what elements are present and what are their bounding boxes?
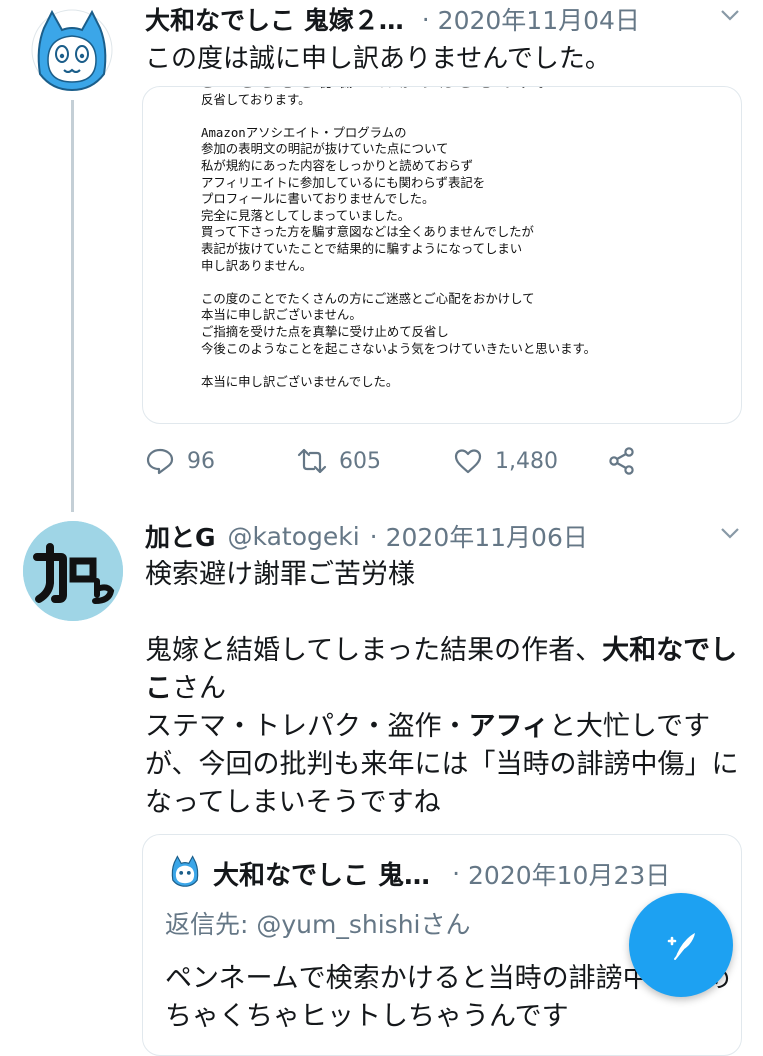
reply-handle[interactable]: @yum_shishi [256, 910, 420, 939]
tweet-text: この度は誠に申し訳ありませんでした。 [145, 44, 611, 74]
like-icon [454, 449, 482, 474]
author-name[interactable]: 大和なでしこ 鬼嫁２… [145, 1, 404, 37]
document-line: こ ハ こ こ と ご 認 識 ハ ロ か っ た こ と で す 。 [201, 87, 596, 92]
author-name: 大和なでしこ 鬼… [213, 861, 431, 891]
avatar[interactable] [30, 8, 114, 92]
document-line: 買って下さった方を騙す意図などは全くありませんでしたが [201, 224, 534, 240]
document-line: 私が規約にあった内容をしっかりと読めておらず [201, 157, 473, 173]
tweet-paragraph: ステマ・トレパク・盗作・アフィと大忙しですが、今回の批判も来年には「当時の誹謗中… [145, 711, 739, 818]
retweet-icon [297, 448, 327, 474]
reply-count: 96 [187, 448, 215, 474]
document-line: プロフィールに書いておりませんでした。 [201, 191, 435, 207]
author-handle[interactable]: @katogeki [228, 522, 360, 551]
retweet-button[interactable]: 605 [297, 446, 381, 476]
reply-context: 返信先: @yum_shishiさん [165, 910, 471, 939]
reply-icon [146, 448, 174, 475]
like-count: 1,480 [495, 448, 558, 474]
highlighted-word: アフィ [468, 711, 549, 742]
apology-document-text: こ ハ こ こ と ご 認 識 ハ ロ か っ た こ と で す 。反省してお… [201, 87, 597, 390]
reply-button[interactable]: 96 [145, 446, 215, 476]
document-line: 本当に申し訳ございませんでした。 [201, 373, 399, 389]
tweet-date: 2020年10月23日 [468, 860, 671, 890]
avatar [169, 855, 201, 887]
tweet-date[interactable]: 2020年11月04日 [438, 1, 640, 37]
document-line: 申し訳ありません。 [201, 257, 313, 273]
compose-tweet-icon [667, 933, 695, 960]
tweet-line: 検索避け謝罪ご苦労様 [145, 559, 415, 590]
kato-logo-avatar-icon [23, 521, 123, 621]
tweet-header: 大和なでしこ 鬼嫁２… · 2020年11月04日 [145, 2, 685, 36]
document-line: 参加の表明文の明記が抜けていた点について [201, 141, 449, 157]
tweet-actions: 96 605 1,480 [0, 441, 763, 481]
separator: · [369, 521, 378, 551]
document-line: 今後このようなことを起こさないよう気をつけていきたいと思います。 [201, 340, 597, 356]
compose-tweet-button[interactable] [629, 893, 733, 997]
retweet-count: 605 [339, 448, 381, 474]
document-line: 本当に申し訳ございません。 [201, 307, 362, 323]
document-line: Amazonアソシエイト・プログラムの [201, 124, 407, 140]
cat-avatar-icon [171, 855, 199, 887]
document-line: この度のことでたくさんの方にご迷惑とご心配をおかけして [201, 290, 535, 306]
separator: · [421, 4, 430, 34]
separator: · [452, 859, 461, 888]
document-line: 完全に見落としてしまっていました。 [201, 207, 411, 223]
share-icon [609, 447, 634, 475]
quoted-tweet-header: 大和なでしこ 鬼… · 2020年10月23日 [213, 855, 670, 892]
cat-avatar-icon [31, 9, 113, 92]
chevron-down-icon[interactable] [719, 522, 741, 550]
tweet-image[interactable]: こ ハ こ こ と ご 認 識 ハ ロ か っ た こ と で す 。反省してお… [142, 86, 742, 424]
document-line: ご指摘を受けた点を真摯に受け止めて反省し [201, 323, 449, 339]
tweet-text: 検索避け謝罪ご苦労様 鬼嫁と結婚してしまった結果の作者、大和なでしこさん ステマ… [145, 556, 745, 822]
like-button[interactable]: 1,480 [453, 446, 558, 476]
chevron-down-icon[interactable] [719, 4, 741, 32]
document-line: 表記が抜けていたことで結果的に騙すようになってしまい [201, 240, 523, 256]
tweet-header: 加とG @katogeki · 2020年11月06日 [145, 518, 588, 554]
document-line: 反省しております。 [201, 91, 311, 107]
tweet-paragraph: 鬼嫁と結婚してしまった結果の作者、大和なでしこさん [145, 635, 738, 704]
author-name[interactable]: 加とG [145, 518, 216, 554]
document-line: アフィリエイトに参加しているにも関わらず表記を [201, 174, 486, 190]
share-button[interactable] [607, 446, 637, 476]
tweet-date[interactable]: 2020年11月06日 [386, 518, 588, 554]
avatar[interactable] [23, 521, 123, 621]
